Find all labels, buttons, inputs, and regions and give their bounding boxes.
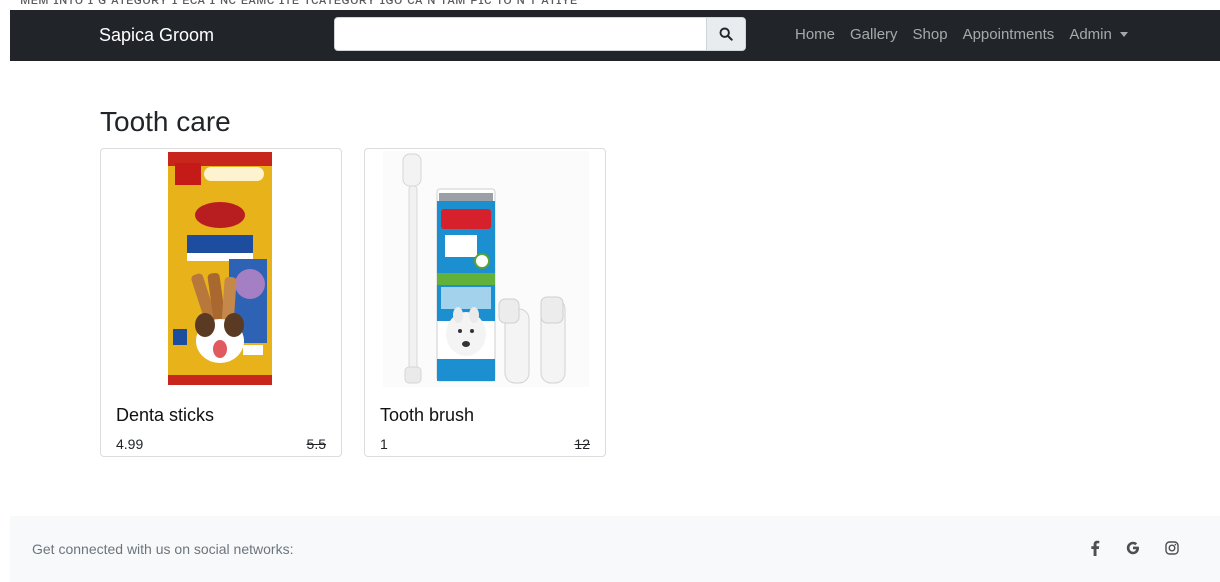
admin-dropdown-label: Admin [1069, 26, 1112, 43]
nav-link-home[interactable]: Home [795, 26, 835, 43]
nav-link-shop[interactable]: Shop [913, 26, 948, 43]
product-name[interactable]: Denta sticks [116, 405, 214, 426]
footer-social-text: Get connected with us on social networks… [32, 541, 294, 557]
product-card-denta-sticks[interactable]: Denta sticks 4.99 5.5 [100, 148, 342, 457]
facebook-icon [1091, 540, 1100, 556]
instagram-icon [1165, 541, 1179, 555]
instagram-link[interactable] [1162, 538, 1182, 558]
navbar: Sapica Groom Home Gallery Shop Appointme… [10, 10, 1220, 61]
product-price: 1 [380, 436, 388, 452]
product-name[interactable]: Tooth brush [380, 405, 474, 426]
footer: Get connected with us on social networks… [10, 516, 1220, 582]
search-input[interactable] [335, 18, 708, 50]
nav-link-gallery[interactable]: Gallery [850, 26, 898, 43]
browser-top-strip: ᴍᴇᴍ ɪɴᴛᴏ ɪ ɢ ᴀᴛᴇɢᴏʀʏ ɪ ᴇᴄᴀ ɪ ɴᴄ ᴇᴀᴍᴄ ɪᴛᴇ… [0, 0, 1220, 10]
nav-links: Home Gallery Shop Appointments Admin [795, 26, 1128, 43]
product-price: 4.99 [116, 436, 144, 452]
nav-link-appointments[interactable]: Appointments [963, 26, 1055, 43]
product-card-tooth-brush[interactable]: Tooth brush 1 12 [364, 148, 606, 457]
brand-link[interactable]: Sapica Groom [99, 25, 214, 46]
page-title: Tooth care [100, 106, 231, 137]
product-image-denta-sticks [168, 152, 272, 385]
search-button[interactable] [706, 18, 745, 50]
search-form [334, 17, 746, 51]
product-image-tooth-brush [383, 151, 589, 387]
product-old-price: 12 [574, 436, 590, 452]
product-old-price: 5.5 [306, 436, 326, 452]
google-icon [1126, 541, 1139, 555]
facebook-link[interactable] [1085, 538, 1105, 558]
caret-down-icon [1119, 32, 1128, 37]
admin-dropdown[interactable]: Admin [1069, 26, 1128, 43]
search-icon [719, 27, 733, 41]
google-link[interactable] [1123, 538, 1143, 558]
